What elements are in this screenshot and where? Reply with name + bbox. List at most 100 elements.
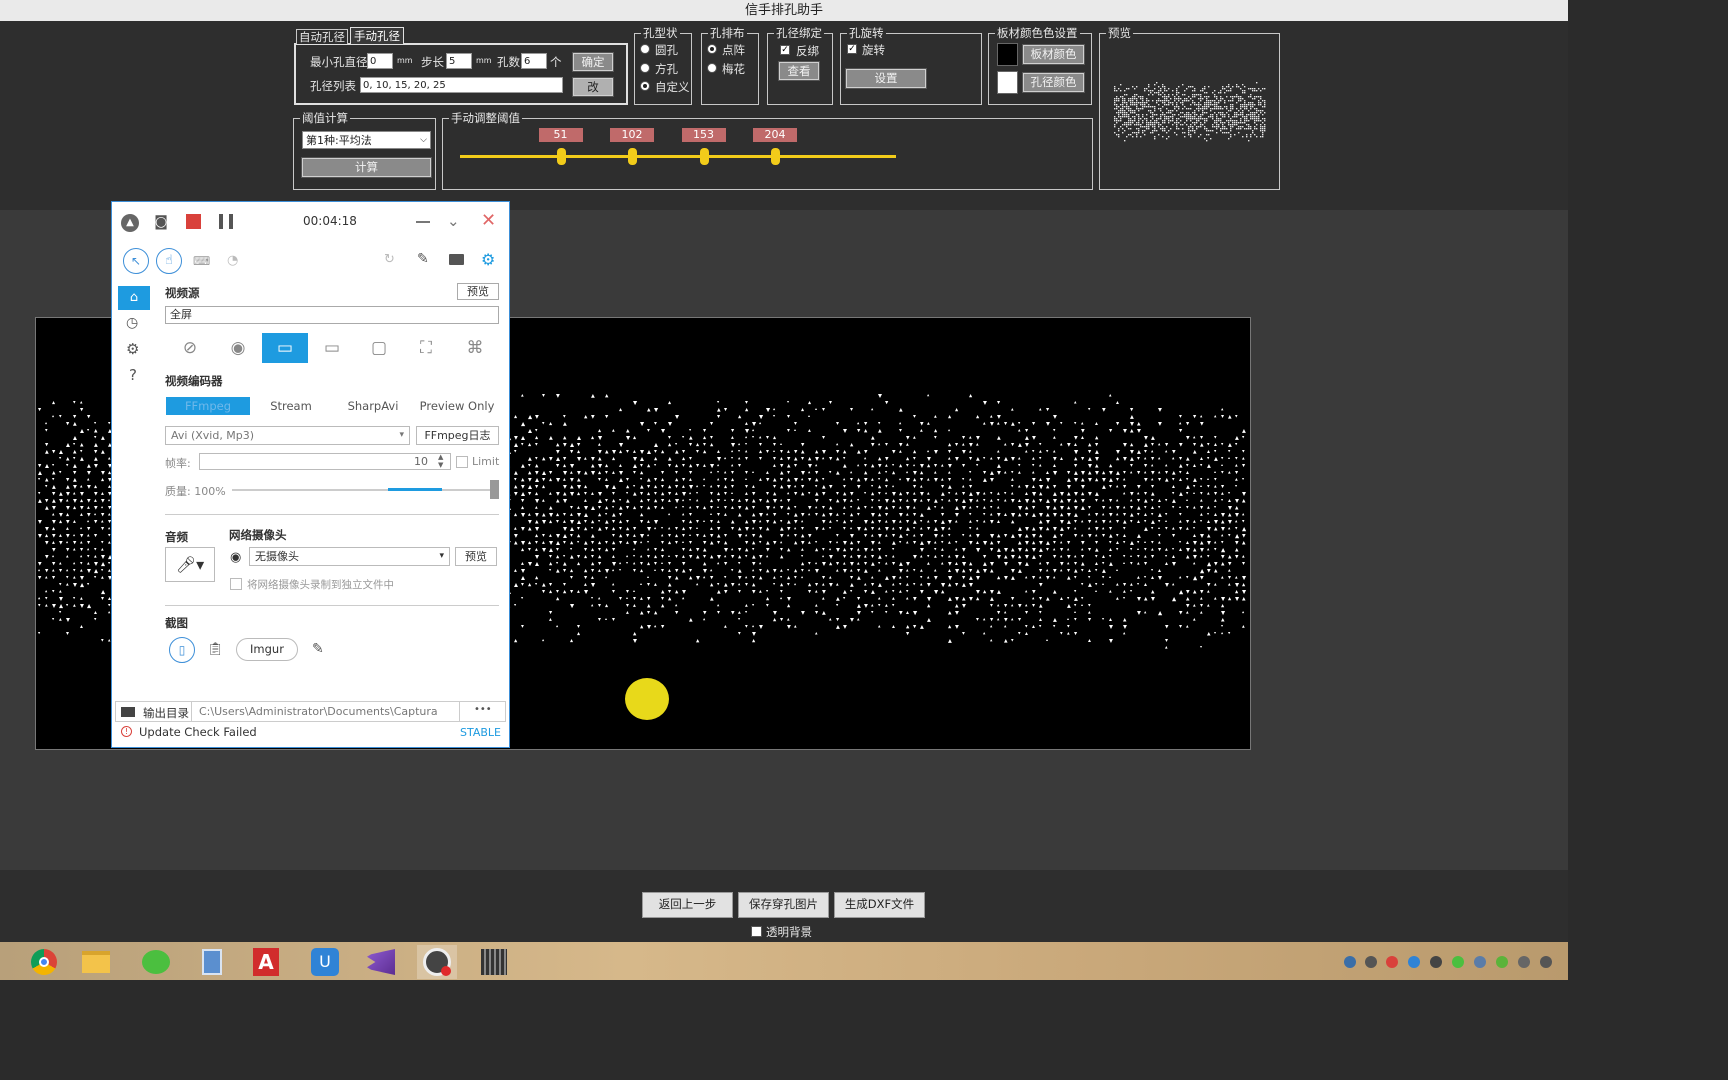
transparent-bg-checkbox[interactable] (751, 926, 762, 937)
brush-icon[interactable]: ✎ (417, 251, 429, 267)
threshold-slider-thumb[interactable] (699, 148, 709, 165)
confirm-button[interactable]: 确定 (572, 52, 614, 72)
edit-pencil-icon[interactable]: ✎ (312, 641, 324, 657)
quality-slider-thumb[interactable] (490, 480, 499, 499)
webcam-preview-button[interactable]: 预览 (455, 547, 497, 566)
imgur-button[interactable]: Imgur (236, 638, 298, 661)
threshold-slider-thumb[interactable] (771, 148, 781, 165)
more-options-button[interactable]: ••• (474, 704, 492, 715)
webcam-select[interactable]: 无摄像头 ▾ (249, 547, 450, 566)
stop-record-icon[interactable] (186, 214, 201, 229)
folder-icon[interactable] (449, 254, 464, 265)
home-nav-icon[interactable]: ⌂ (118, 286, 150, 310)
reverse-bind-checkbox[interactable]: ✓ (780, 45, 790, 55)
hole-color-button[interactable]: 孔径颜色 (1022, 72, 1085, 93)
no-video-icon[interactable]: ⊘ (167, 333, 213, 363)
tray-shield-icon[interactable] (1408, 956, 1420, 968)
tab-manual-aperture[interactable]: 手动孔径 (350, 27, 404, 44)
threshold-slider-thumb[interactable] (556, 148, 566, 165)
video-source-preview-button[interactable]: 预览 (457, 283, 499, 300)
rotate-settings-button[interactable]: 设置 (845, 68, 927, 89)
view-button[interactable]: 查看 (778, 61, 820, 81)
fps-stepper-icon[interactable]: ▲ ▼ (438, 453, 443, 469)
pause-icon[interactable] (219, 214, 233, 229)
tray-link-icon[interactable] (1365, 956, 1377, 968)
fps-input[interactable]: 10 (199, 453, 451, 470)
encoder-tab-sharpavi[interactable]: SharpAvi (332, 397, 414, 415)
board-color-button[interactable]: 板材颜色 (1022, 44, 1085, 65)
settings-gear-icon[interactable]: ⚙ (481, 250, 495, 269)
webcam-separate-checkbox[interactable] (230, 578, 242, 590)
app-grid-icon[interactable] (474, 945, 514, 979)
save-to-disk-icon[interactable]: ▯ (169, 637, 195, 663)
microphone-button[interactable]: 🎤︎▾ (165, 547, 215, 582)
keystroke-icon[interactable]: ⌨ (193, 254, 210, 268)
radio-square-hole[interactable] (640, 63, 650, 73)
wechat-icon[interactable] (136, 945, 176, 979)
close-icon[interactable]: ✕ (481, 210, 496, 232)
camera-icon[interactable]: ◙ (152, 213, 170, 231)
step-input[interactable]: 5 (446, 53, 472, 69)
video-source-field[interactable]: 全屏 (165, 306, 499, 324)
ffmpeg-log-button[interactable]: FFmpeg日志 (416, 426, 499, 445)
radio-plum-layout[interactable] (707, 63, 717, 73)
tray-monitor-icon[interactable] (1430, 956, 1442, 968)
threshold-slider-thumb[interactable] (628, 148, 637, 165)
radio-round-hole[interactable] (640, 44, 650, 54)
region-source-icon[interactable]: ⛶ (403, 333, 449, 363)
tray-plus-icon[interactable] (1496, 956, 1508, 968)
quality-slider[interactable] (232, 489, 494, 491)
tray-volume-icon[interactable] (1540, 956, 1552, 968)
codec-select[interactable]: Avi (Xvid, Mp3) ▾ (165, 426, 410, 445)
clipboard-icon[interactable]: 📋︎ (207, 642, 224, 657)
rotate-checkbox[interactable]: ✓ (847, 44, 857, 54)
captura-icon[interactable] (417, 945, 457, 979)
radio-custom-hole[interactable] (640, 81, 650, 91)
board-color-swatch[interactable] (997, 43, 1018, 66)
fullscreen-source-icon[interactable]: ▭ (262, 333, 308, 363)
monitor-source-icon[interactable]: ▭ (309, 333, 355, 363)
folder-icon[interactable] (121, 707, 135, 717)
encoder-tab-preview-only[interactable]: Preview Only (414, 397, 500, 415)
encoder-tab-ffmpeg[interactable]: FFmpeg (166, 397, 250, 415)
visual-studio-icon[interactable] (361, 945, 401, 979)
double-chevron-down-icon[interactable]: ⌄ (447, 210, 460, 232)
tray-windows-icon[interactable] (1474, 956, 1486, 968)
gamepad-source-icon[interactable]: ⌘ (452, 333, 498, 363)
limit-checkbox[interactable] (456, 456, 468, 468)
count-input[interactable]: 6 (521, 53, 547, 69)
tray-network-icon[interactable] (1518, 956, 1530, 968)
back-button[interactable]: 返回上一步 (642, 892, 733, 918)
threshold-slider-track[interactable] (460, 155, 896, 158)
calculate-button[interactable]: 计算 (301, 157, 432, 178)
cursor-toggle-icon[interactable]: ↖ (123, 248, 149, 274)
file-explorer-icon[interactable] (76, 945, 116, 979)
history-nav-icon[interactable]: ◷ (126, 315, 138, 331)
tray-pin-icon[interactable] (1344, 956, 1356, 968)
refresh-icon[interactable]: ↻ (384, 252, 395, 267)
output-dir-path[interactable]: C:\Users\Administrator\Documents\Captura (199, 705, 438, 718)
radio-grid-layout[interactable] (707, 44, 717, 54)
min-diameter-input[interactable]: 0 (367, 53, 393, 69)
edit-list-button[interactable]: 改 (572, 77, 614, 97)
tray-wechat-icon[interactable] (1452, 956, 1464, 968)
generate-dxf-button[interactable]: 生成DXF文件 (834, 892, 925, 918)
uu-icon[interactable]: U (305, 945, 345, 979)
settings-nav-icon[interactable]: ⚙ (126, 340, 139, 358)
window-source-icon[interactable]: ▢ (356, 333, 402, 363)
calculator-icon[interactable] (192, 945, 232, 979)
tray-record-icon[interactable] (1386, 956, 1398, 968)
webcam-source-icon[interactable]: ◉ (215, 333, 261, 363)
acrobat-icon[interactable]: A (246, 945, 286, 979)
timer-icon[interactable]: ◔ (227, 253, 238, 268)
save-image-button[interactable]: 保存穿孔图片 (738, 892, 829, 918)
tab-auto-aperture[interactable]: 自动孔径 (296, 29, 348, 44)
encoder-tab-stream[interactable]: Stream (250, 397, 332, 415)
threshold-method-select[interactable]: 第1种:平均法 ⌵ (302, 131, 431, 149)
aperture-list-input[interactable]: 0, 10, 15, 20, 25 (360, 77, 563, 93)
click-toggle-icon[interactable]: ☝ (156, 248, 182, 274)
collapse-icon[interactable]: ▲ (121, 214, 139, 232)
minimize-icon[interactable] (416, 221, 430, 223)
hole-color-swatch[interactable] (997, 71, 1018, 94)
chrome-icon[interactable] (24, 945, 64, 979)
